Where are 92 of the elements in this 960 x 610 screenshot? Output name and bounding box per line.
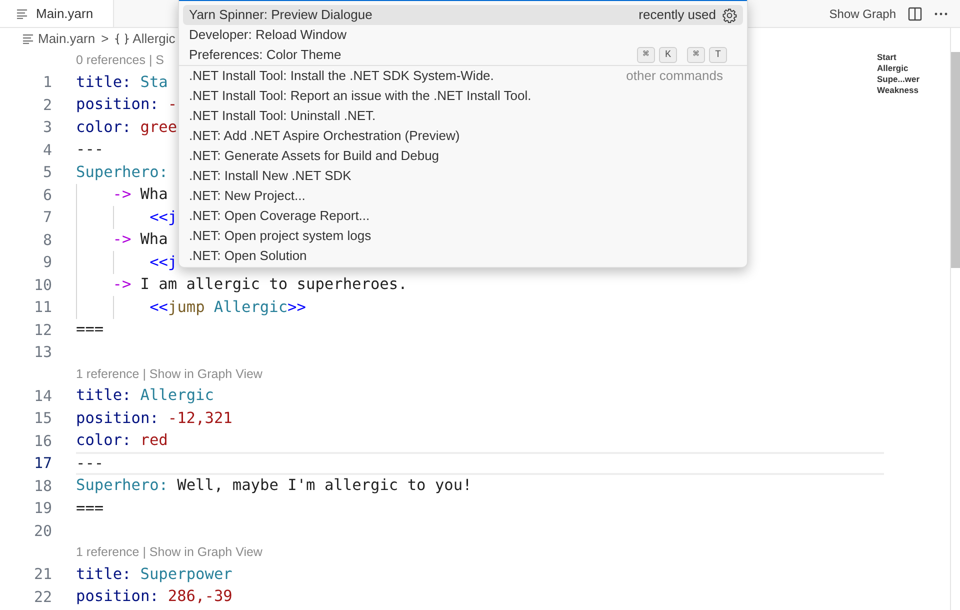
- code-token: <<j: [150, 252, 178, 273]
- line-number: 20: [32, 520, 52, 542]
- braces-icon: [114, 33, 129, 45]
- code-token: title:: [76, 72, 132, 93]
- gear-icon[interactable]: [722, 8, 737, 22]
- code-token: Superhero:: [76, 162, 168, 183]
- code-token: ===: [76, 498, 104, 519]
- show-graph-button[interactable]: Show Graph: [829, 4, 896, 22]
- code-token: ->: [112, 274, 132, 296]
- line-number: 15: [32, 408, 52, 429]
- keybinding-key: ⌘: [636, 47, 655, 63]
- command-item[interactable]: .NET: Add .NET Aspire Orchestration (Preview): [183, 126, 743, 146]
- command-item[interactable]: .NET: Open project system logs: [183, 226, 743, 246]
- command-group-label: recently used: [638, 6, 716, 24]
- line-number: 22: [32, 586, 52, 608]
- code-token: gree: [140, 116, 178, 138]
- code-token: Superpower: [140, 564, 232, 585]
- line-number: 13: [32, 342, 52, 363]
- command-item[interactable]: .NET: Install New .NET SDK: [183, 166, 743, 186]
- code-token: <<: [150, 296, 168, 318]
- code-token: position:: [76, 94, 159, 116]
- line-number: 8: [42, 230, 52, 250]
- code-token: red: [140, 430, 168, 452]
- code-token: ---: [76, 139, 104, 160]
- code-token: Wha: [140, 229, 168, 250]
- code-token: color:: [76, 430, 132, 452]
- file-lines-icon: [22, 34, 34, 44]
- line-number: 10: [32, 274, 52, 296]
- breadcrumb-item[interactable]: Main.yarn: [38, 29, 96, 49]
- code-token: position:: [76, 408, 159, 429]
- code-token: title:: [76, 564, 132, 585]
- keybinding-key: T: [708, 47, 727, 63]
- more-icon[interactable]: [934, 12, 948, 16]
- minimap-label: Allergic: [877, 63, 910, 74]
- code-token: color:: [76, 116, 132, 138]
- code-token: Superhero:: [76, 475, 168, 496]
- command-item[interactable]: .NET Install Tool: Install the .NET SDK System-Wide. other commands: [183, 66, 743, 86]
- command-item[interactable]: .NET: Open Coverage Report...: [183, 206, 743, 226]
- code-token: >>: [288, 296, 306, 318]
- line-number: 3: [42, 117, 52, 138]
- minimap-label: Supe...wer: [877, 74, 920, 85]
- code-token: 286,-39: [168, 586, 232, 608]
- command-item[interactable]: .NET: Open Solution: [183, 246, 743, 266]
- code-token: Sta: [140, 72, 168, 93]
- scrollbar-thumb[interactable]: [951, 52, 960, 268]
- line-number: 17: [32, 453, 52, 474]
- code-token: title:: [76, 385, 132, 406]
- minimap-label: Weakness: [877, 85, 920, 96]
- line-number: 16: [32, 430, 52, 452]
- command-item[interactable]: Developer: Reload Window: [183, 25, 743, 45]
- breadcrumb-item[interactable]: Allergic: [132, 29, 176, 49]
- code-token: <<j: [150, 206, 178, 228]
- command-item[interactable]: .NET Install Tool: Report an issue with the .NET Install Tool.: [183, 86, 743, 106]
- command-item[interactable]: Yarn Spinner: Preview Dialogue recently used: [183, 5, 743, 25]
- code-token: ---: [76, 452, 104, 474]
- code-token: Allergic: [140, 385, 214, 406]
- split-editor-icon[interactable]: [908, 6, 922, 20]
- code-token: ->: [112, 229, 132, 250]
- line-number: 5: [42, 162, 52, 183]
- line-number: 18: [32, 476, 52, 496]
- code-token: -: [168, 94, 178, 116]
- line-number: 2: [42, 94, 52, 116]
- line-number: 11: [32, 297, 52, 318]
- line-number: 19: [32, 498, 52, 519]
- line-number: 14: [32, 386, 52, 406]
- line-number: 21: [32, 564, 52, 585]
- command-item[interactable]: .NET: New Project...: [183, 186, 743, 206]
- editor-tab[interactable]: Main.yarn: [0, 0, 114, 27]
- code-token: jump: [168, 296, 205, 318]
- file-lines-icon: [16, 8, 28, 18]
- line-number: 6: [42, 184, 52, 206]
- command-group-label: other commands: [626, 67, 723, 86]
- code-token: I am allergic to superheroes.: [140, 274, 408, 296]
- command-item[interactable]: .NET Install Tool: Uninstall .NET.: [183, 106, 743, 126]
- line-number: 1: [42, 72, 52, 93]
- command-item[interactable]: Preferences: Color Theme ⌘ K ⌘ T: [183, 45, 743, 65]
- line-number: 4: [42, 140, 52, 160]
- code-token: Allergic: [214, 296, 288, 318]
- minimap-label: Start: [877, 52, 898, 63]
- code-token: -12,321: [168, 408, 232, 429]
- code-token: Well, maybe I'm allergic to you!: [177, 475, 472, 496]
- line-number: 9: [42, 252, 52, 273]
- code-token: position:: [76, 586, 159, 608]
- code-token: ===: [76, 319, 104, 340]
- breadcrumb-separator: >: [101, 30, 109, 48]
- keybinding-key: ⌘: [686, 47, 705, 63]
- code-token: ->: [112, 184, 132, 206]
- code-token: Wha: [140, 184, 168, 206]
- keybinding-key: K: [658, 47, 677, 63]
- line-number: 12: [32, 320, 52, 340]
- command-item[interactable]: .NET: Generate Assets for Build and Debug: [183, 146, 743, 166]
- line-number: 7: [42, 207, 52, 228]
